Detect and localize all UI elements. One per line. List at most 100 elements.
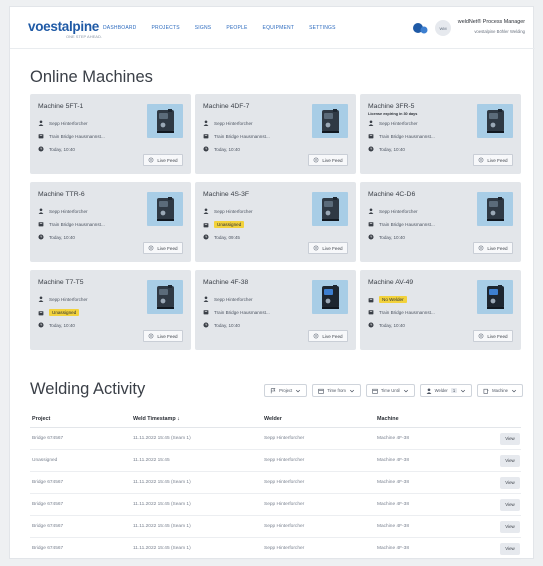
live-feed-button[interactable]: Live Feed (473, 330, 513, 342)
live-feed-button[interactable]: Live Feed (308, 154, 348, 166)
machine-location: Train Bridge Hausmannst... (379, 309, 435, 315)
status-tag: Unassigned (214, 221, 245, 228)
live-feed-icon (149, 157, 154, 163)
nav-link-equipment[interactable]: EQUIPMENT (263, 25, 295, 31)
column-header-project[interactable]: Project (30, 416, 133, 422)
machine-operator: Sepp Hinterforcher (49, 296, 88, 302)
machine-card[interactable]: Machine TTR-6 Sepp Hinterforcher Train Bri… (30, 182, 191, 262)
user-avatar[interactable]: WM (435, 20, 451, 36)
live-feed-button[interactable]: Live Feed (143, 154, 183, 166)
nav-link-people[interactable]: PEOPLE (226, 25, 247, 31)
table-row[interactable]: Bridge 674567 11.11.2022 15:45 (Seam 1) Se… (30, 472, 521, 494)
location-icon (38, 133, 44, 139)
filter-time-from[interactable]: Time from (312, 384, 361, 397)
card-info-row: Train Bridge Hausmannst... (368, 309, 435, 315)
timestamp-cell: 11.11.2022 15:45 (Seam 1) (133, 524, 191, 529)
live-feed-label: Live Feed (487, 333, 508, 339)
column-header-weld-timestamp[interactable]: Weld Timestamp ↓ (133, 416, 264, 422)
location-icon (368, 134, 374, 139)
filter-machine[interactable]: Machine (477, 384, 523, 397)
machine-location: Train Bridge Hausmannst... (379, 133, 435, 139)
table-row[interactable]: Bridge 674567 11.11.2022 15:45 (Seam 1) Se… (30, 494, 521, 516)
person-icon (368, 120, 374, 126)
table-row[interactable]: Bridge 674567 11.11.2022 15:45 (Seam 1) Se… (30, 428, 521, 450)
machine-cell: Machine 4F-38 (377, 546, 409, 551)
clock-icon (203, 322, 209, 328)
live-feed-button[interactable]: Live Feed (473, 242, 513, 254)
table-body: Bridge 674567 11.11.2022 15:45 (Seam 1) Se… (30, 428, 521, 560)
filter-welder[interactable]: Welder 1 (419, 384, 473, 397)
card-info-row: Train Bridge Hausmannst... (38, 221, 105, 227)
column-header-welder[interactable]: Welder (264, 416, 377, 422)
machine-image (147, 192, 183, 226)
person-icon (203, 120, 209, 126)
card-info-row: No Welder (368, 296, 407, 303)
column-header-machine[interactable]: Machine (377, 416, 500, 422)
chevron-down-icon (403, 389, 408, 392)
clock-icon (203, 322, 209, 328)
machine-card[interactable]: Machine 3FR-5 License expiring in 30 days… (360, 94, 521, 174)
machine-card[interactable]: Machine 4DF-7 Sepp Hinterforcher Train Bri… (195, 94, 356, 174)
machine-image (477, 104, 513, 138)
clock-icon (368, 322, 374, 328)
machine-card[interactable]: Machine AV-49 No Welder Train Bridge Hausm… (360, 270, 521, 350)
machine-card[interactable]: Machine 4C-D6 Sepp Hinterforcher Train Bri… (360, 182, 521, 262)
view-button[interactable]: View (500, 454, 520, 467)
view-button[interactable]: View (500, 542, 520, 555)
machine-card[interactable]: Machine 4S-3F Sepp Hinterforcher Unassigne… (195, 182, 356, 262)
filter-project[interactable]: Project (264, 384, 308, 397)
nav-link-dashboard[interactable]: DASHBOARD (103, 25, 136, 31)
machine-image (477, 280, 513, 314)
clock-icon (203, 234, 209, 240)
filter-time-until[interactable]: Time Until (365, 384, 415, 397)
welding-activity-table: Project Weld Timestamp ↓ Welder Machine … (30, 410, 521, 560)
machine-operator: Sepp Hinterforcher (49, 120, 88, 126)
nav-link-settings[interactable]: SETTINGS (309, 25, 336, 31)
project-cell: Bridge 674567 (32, 480, 64, 485)
notifications-icon[interactable] (412, 21, 428, 35)
nav-link-projects[interactable]: PROJECTS (151, 25, 179, 31)
warning-icon (203, 222, 209, 227)
location-icon (368, 221, 374, 227)
machine-card[interactable]: Machine T7-T5 Sepp Hinterforcher Unassigne… (30, 270, 191, 350)
welder-cell: Sepp Hinterforcher (264, 458, 305, 463)
live-feed-button[interactable]: Live Feed (308, 330, 348, 342)
brand-name: voestalpine (28, 19, 99, 34)
view-button[interactable]: View (500, 520, 520, 533)
status-tag: No Welder (379, 296, 407, 303)
clock-icon (368, 146, 374, 152)
brand-logo[interactable]: voestalpine ONE STEP AHEAD. (28, 18, 102, 39)
live-feed-button[interactable]: Live Feed (473, 154, 513, 166)
user-name[interactable]: weldNet® Process Manager (458, 19, 525, 25)
card-info-row: Sepp Hinterforcher (368, 208, 418, 214)
live-feed-button[interactable]: Live Feed (308, 242, 348, 254)
filter-label: Time from (327, 388, 346, 393)
machine-card[interactable]: Machine 4F-38 Sepp Hinterforcher Train Bri… (195, 270, 356, 350)
machine-location: Train Bridge Hausmannst... (214, 133, 270, 139)
machine-name: Machine T7-T5 (38, 279, 84, 286)
activity-filters: Project Time from Time Until Welder 1 Machine (264, 384, 523, 397)
live-feed-icon (479, 333, 484, 339)
welding-machine-icon (322, 197, 339, 221)
live-feed-label: Live Feed (487, 245, 508, 251)
card-info-row: Unassigned (203, 221, 245, 228)
table-row[interactable]: Bridge 674567 11.11.2022 15:45 (Seam 1) Se… (30, 516, 521, 538)
live-feed-button[interactable]: Live Feed (143, 242, 183, 254)
live-feed-button[interactable]: Live Feed (143, 330, 183, 342)
person-icon (426, 387, 432, 394)
view-button[interactable]: View (500, 476, 520, 489)
view-button[interactable]: View (500, 432, 520, 445)
machine-card[interactable]: Machine 5FT-1 Sepp Hinterforcher Train Bri… (30, 94, 191, 174)
view-button[interactable]: View (500, 498, 520, 511)
table-row[interactable]: Bridge 674567 11.11.2022 15:45 (Seam 1) Se… (30, 538, 521, 560)
welder-cell: Sepp Hinterforcher (264, 480, 305, 485)
status-tag: Unassigned (49, 309, 80, 316)
nav-link-signs[interactable]: SIGNS (195, 25, 212, 31)
machine-last-seen: Today, 10:40 (379, 146, 405, 152)
table-row[interactable]: Unassigned 11.11.2022 15:45 Sepp Hinterfor… (30, 450, 521, 472)
calendar-icon (372, 388, 378, 394)
card-info-row: Today, 10:40 (38, 146, 75, 152)
machine-last-seen: Today, 10:40 (49, 146, 75, 152)
project-cell: Unassigned (32, 458, 58, 463)
machine-name: Machine 5FT-1 (38, 103, 84, 110)
